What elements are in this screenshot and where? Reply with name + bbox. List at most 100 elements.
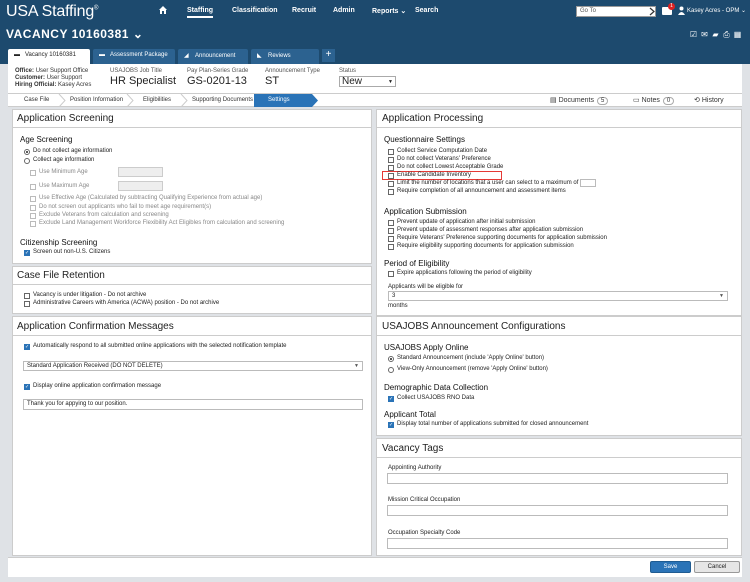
max-age-input[interactable]: [118, 181, 163, 191]
candidate-inventory-checkbox[interactable]: [388, 173, 394, 179]
mail-count-badge: 1: [668, 3, 675, 10]
max-age-checkbox[interactable]: [30, 184, 36, 190]
crumb-separator: [126, 94, 134, 107]
nav-staffing[interactable]: Staffing: [187, 7, 214, 18]
panel-title: Application Screening: [17, 113, 114, 124]
megaphone-icon: ◢: [184, 53, 189, 59]
display-total-label: Display total number of applications sub…: [397, 421, 589, 427]
user-menu[interactable]: Kasey Acres - OPM ⌄: [687, 7, 746, 14]
prevent-update-assess-label: Prevent update of assessment responses a…: [397, 227, 584, 233]
eligibility-period-title: Period of Eligibility: [384, 259, 450, 268]
exclude-lmw-checkbox[interactable]: [30, 221, 36, 227]
require-elig-docs-checkbox[interactable]: [388, 244, 394, 250]
flag-icon: ◣: [257, 53, 262, 59]
nav-reports[interactable]: Reports ⌄: [372, 7, 406, 15]
apply-online-title: USAJOBS Apply Online: [384, 343, 469, 352]
occupation-specialty-label: Occupation Specialty Code: [388, 530, 461, 536]
min-age-label: Use Minimum Age: [39, 169, 88, 175]
tab-reviews[interactable]: ◣ Reviews: [251, 49, 319, 64]
goto-input[interactable]: Go To: [576, 6, 656, 17]
documents-button[interactable]: ▤ Documents 5: [550, 96, 609, 105]
tab-announcement[interactable]: ◢ Announcement: [178, 49, 248, 64]
effective-age-checkbox[interactable]: [30, 196, 36, 202]
job-title-info: USAJOBS Job Title HR Specialist: [110, 68, 177, 87]
auto-respond-checkbox[interactable]: [24, 344, 30, 350]
require-completion-checkbox[interactable]: [388, 189, 394, 195]
notes-button[interactable]: ▭ Notes 0: [633, 96, 675, 105]
add-tab-button[interactable]: +: [322, 49, 335, 62]
eligibility-months-select[interactable]: 3 ▼: [388, 291, 728, 301]
effective-age-label: Use Effective Age (Calculated by subtrac…: [39, 195, 263, 201]
vacancy-title[interactable]: VACANCY 10160381 ⌄: [6, 27, 143, 41]
nav-admin[interactable]: Admin: [333, 7, 355, 14]
tab-assessment-package[interactable]: ▬ Assessment Package: [93, 49, 175, 64]
min-age-input[interactable]: [118, 167, 163, 177]
max-locations-input[interactable]: [580, 179, 596, 187]
eligible-for-label: Applicants will be eligible for: [388, 284, 464, 290]
divider: [12, 284, 372, 285]
no-lowest-grade-label: Do not collect Lowest Acceptable Grade: [397, 164, 504, 170]
crumb-supporting-documents[interactable]: Supporting Documents: [192, 94, 253, 107]
occupation-specialty-input[interactable]: [387, 538, 728, 549]
crumb-eligibilities[interactable]: Eligibilities: [143, 94, 171, 107]
radio-view-only[interactable]: [388, 367, 394, 373]
app-logo[interactable]: USA Staffing®: [6, 3, 98, 21]
no-vet-pref-checkbox[interactable]: [388, 157, 394, 163]
appointing-authority-input[interactable]: [387, 473, 728, 484]
min-age-checkbox[interactable]: [30, 170, 36, 176]
status-select[interactable]: New ▼: [339, 76, 396, 87]
note-icon: ▭: [633, 97, 640, 104]
chevron-right-icon[interactable]: [648, 7, 656, 16]
exclude-veterans-checkbox[interactable]: [30, 213, 36, 219]
notification-template-select[interactable]: Standard Application Received (DO NOT DE…: [23, 361, 363, 371]
folder-icon[interactable]: ▰: [710, 30, 721, 39]
cancel-button[interactable]: Cancel: [694, 561, 740, 573]
no-screen-checkbox[interactable]: [30, 205, 36, 211]
radio-collect-age[interactable]: [24, 158, 30, 164]
crumb-case-file[interactable]: Case File: [24, 94, 49, 107]
prevent-update-assess-checkbox[interactable]: [388, 228, 394, 234]
footer-bar: [8, 557, 742, 577]
confirmation-message-input[interactable]: Thank you for appying to our position.: [23, 399, 363, 410]
radio-view-only-label: View-Only Announcement (remove 'Apply On…: [397, 366, 548, 372]
display-confirmation-checkbox[interactable]: [24, 384, 30, 390]
home-icon[interactable]: [158, 5, 168, 15]
require-vet-docs-checkbox[interactable]: [388, 236, 394, 242]
applicant-total-title: Applicant Total: [384, 410, 436, 419]
nav-recruit[interactable]: Recruit: [292, 7, 316, 14]
crumb-position-information[interactable]: Position Information: [70, 94, 123, 107]
save-button[interactable]: Save: [650, 561, 691, 573]
prevent-update-app-checkbox[interactable]: [388, 220, 394, 226]
require-elig-docs-label: Require eligibility supporting documents…: [397, 243, 574, 249]
confirmation-messages-panel: [12, 316, 372, 556]
email-icon[interactable]: ✉: [699, 30, 710, 39]
history-button[interactable]: ⟲ History: [694, 96, 724, 104]
tab-vacancy[interactable]: ▬ Vacancy 10160381: [8, 49, 90, 64]
radio-no-age[interactable]: [24, 149, 30, 155]
print-icon[interactable]: ⎙: [721, 30, 732, 40]
rno-data-checkbox[interactable]: [388, 396, 394, 402]
chevron-down-icon: ▼: [388, 79, 393, 85]
limit-locations-label: Limit the number of locations that a use…: [397, 180, 579, 186]
acwa-checkbox[interactable]: [24, 301, 30, 307]
expire-applications-checkbox[interactable]: [388, 271, 394, 277]
checklist-icon[interactable]: ☑: [688, 30, 699, 39]
hiring-official-info: Hiring Official: Kasey Acres: [15, 82, 92, 88]
nav-classification[interactable]: Classification: [232, 7, 278, 14]
grid-icon[interactable]: ▦: [732, 30, 743, 39]
crumb-settings[interactable]: Settings: [254, 94, 312, 107]
exclude-veterans-label: Exclude Veterans from calculation and sc…: [39, 212, 169, 218]
divider: [12, 335, 372, 336]
litigation-checkbox[interactable]: [24, 293, 30, 299]
radio-standard-announcement[interactable]: [388, 356, 394, 362]
limit-locations-checkbox[interactable]: [388, 181, 394, 187]
mission-critical-input[interactable]: [387, 505, 728, 516]
customer-info: Customer: User Support: [15, 75, 83, 81]
divider: [12, 127, 372, 128]
panel-title: Case File Retention: [17, 270, 105, 281]
service-date-checkbox[interactable]: [388, 149, 394, 155]
expire-applications-label: Expire applications following the period…: [397, 270, 532, 276]
nav-search[interactable]: Search: [415, 7, 438, 14]
display-total-checkbox[interactable]: [388, 422, 394, 428]
citizenship-checkbox[interactable]: [24, 250, 30, 256]
